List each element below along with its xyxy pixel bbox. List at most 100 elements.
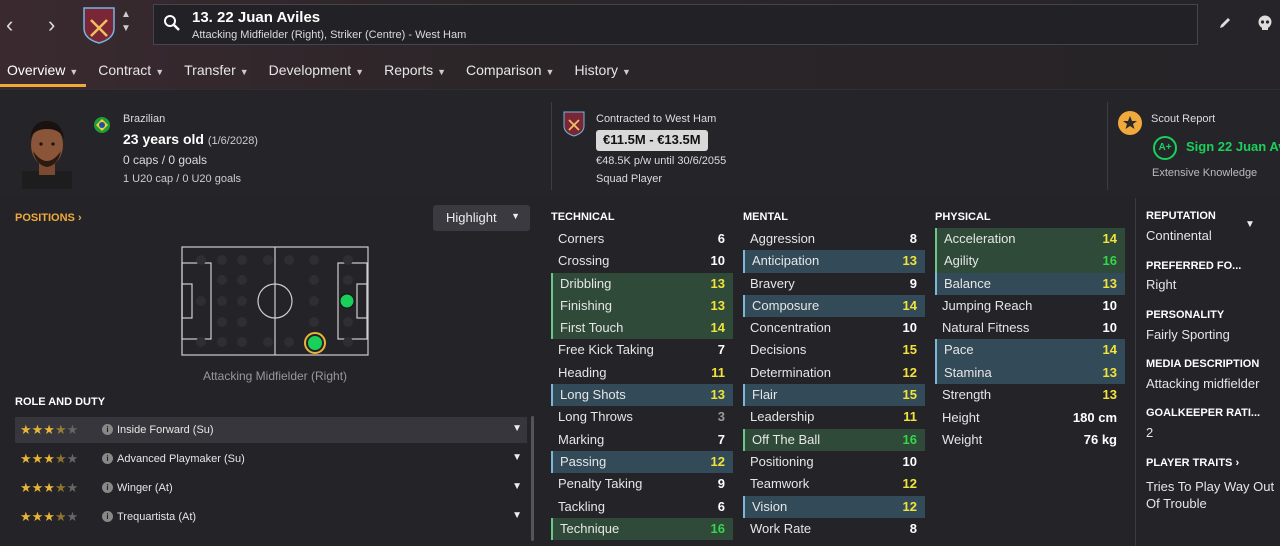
attribute-row[interactable]: Free Kick Taking 7 — [551, 339, 733, 361]
attribute-row[interactable]: Crossing 10 — [551, 250, 733, 272]
attribute-row[interactable]: Jumping Reach 10 — [935, 295, 1125, 317]
attribute-row[interactable]: Leadership 11 — [743, 406, 925, 428]
technical-heading: TECHNICAL — [551, 211, 615, 223]
tab-development[interactable]: Development ▼ — [262, 55, 372, 87]
player-traits-heading[interactable]: PLAYER TRAITS › — [1146, 457, 1239, 469]
tab-contract[interactable]: Contract ▼ — [91, 55, 172, 87]
tab-transfer[interactable]: Transfer ▼ — [177, 55, 257, 87]
attribute-value: 10 — [902, 453, 917, 469]
attribute-row[interactable]: Vision 12 — [743, 495, 925, 518]
roles-scrollbar[interactable] — [531, 416, 534, 541]
attribute-row[interactable]: Marking 7 — [551, 429, 733, 451]
tab-label: History — [574, 62, 618, 78]
tab-reports[interactable]: Reports ▼ — [377, 55, 454, 87]
attribute-row[interactable]: Heading 11 — [551, 362, 733, 384]
role-row[interactable]: ★★★★★ i Inside Forward (Su) ▼ — [15, 417, 527, 443]
attribute-name: Jumping Reach — [942, 297, 1033, 313]
physical-attributes: PHYSICAL Acceleration 14 Agility 16 Balanc… — [935, 208, 1125, 406]
transfer-value-badge[interactable]: €11.5M - €13.5M — [596, 130, 708, 151]
info-icon[interactable]: i — [102, 482, 113, 493]
role-row[interactable]: ★★★★★ i Trequartista (At) ▼ — [15, 504, 527, 530]
attribute-row[interactable]: Balance 13 — [935, 272, 1125, 295]
attribute-value: 13 — [1102, 275, 1117, 291]
chevron-down-icon: ▼ — [239, 67, 249, 77]
attribute-name: Strength — [942, 387, 992, 403]
attribute-row[interactable]: Strength 13 — [935, 384, 1125, 406]
attribute-row[interactable]: Dribbling 13 — [551, 272, 733, 295]
position-caption: Attacking Midfielder (Right) — [202, 369, 348, 383]
tab-comparison[interactable]: Comparison ▼ — [459, 55, 562, 87]
attribute-row[interactable]: Composure 14 — [743, 294, 925, 318]
attribute-row[interactable]: Tackling 6 — [551, 496, 733, 518]
skull-icon[interactable] — [1256, 14, 1274, 32]
attribute-row[interactable]: Work Rate 8 — [743, 518, 925, 540]
player-switch-arrows-icon[interactable]: ▲ ▼ — [121, 8, 131, 36]
role-row[interactable]: ★★★★★ i Advanced Playmaker (Su) ▼ — [15, 446, 527, 472]
attribute-row[interactable]: Acceleration 14 — [935, 228, 1125, 251]
attribute-name: Corners — [558, 231, 605, 246]
attribute-value: 16 — [902, 431, 917, 447]
attribute-value: 9 — [717, 476, 725, 492]
attribute-name: Balance — [944, 275, 991, 291]
chevron-down-icon[interactable]: ▼ — [512, 452, 522, 463]
attribute-name: Bravery — [750, 275, 795, 291]
attribute-row[interactable]: Teamwork 12 — [743, 473, 925, 495]
attribute-name: Stamina — [944, 364, 992, 380]
attribute-row[interactable]: Aggression 8 — [743, 228, 925, 250]
attribute-name: Off The Ball — [752, 431, 821, 447]
attribute-row[interactable]: Bravery 9 — [743, 273, 925, 295]
height-value: 180 cm — [1072, 410, 1117, 425]
attribute-row[interactable]: Flair 15 — [743, 384, 925, 407]
highlight-dropdown[interactable]: Highlight ▼ — [433, 205, 530, 231]
attribute-row[interactable]: Anticipation 13 — [743, 250, 925, 273]
attribute-row[interactable]: Pace 14 — [935, 339, 1125, 362]
attribute-row[interactable]: Long Shots 13 — [551, 384, 733, 407]
attribute-row[interactable]: Technique 16 — [551, 517, 733, 541]
attribute-value: 12 — [902, 364, 917, 380]
attribute-row[interactable]: Concentration 10 — [743, 317, 925, 339]
attribute-row[interactable]: Natural Fitness 10 — [935, 317, 1125, 339]
goalkeeper-rating-label: GOALKEEPER RATI... — [1146, 407, 1261, 419]
chevron-down-icon[interactable]: ▼ — [512, 423, 522, 434]
info-icon[interactable]: i — [102, 511, 113, 522]
star-rating-icon: ★★★★★ — [20, 480, 79, 495]
club-crest-icon[interactable] — [82, 6, 116, 44]
attribute-row[interactable]: Passing 12 — [551, 450, 733, 474]
attribute-value: 12 — [902, 498, 917, 514]
chevron-down-icon[interactable]: ▼ — [512, 510, 522, 521]
info-icon[interactable]: i — [102, 453, 113, 464]
edit-pencil-icon[interactable] — [1218, 16, 1232, 30]
scout-report-title[interactable]: Scout Report — [1151, 113, 1215, 125]
attribute-value: 14 — [1102, 342, 1117, 358]
tab-history[interactable]: History ▼ — [567, 55, 638, 87]
tab-overview[interactable]: Overview ▼ — [0, 55, 87, 87]
player-traits-label: PLAYER TRAITS — [1146, 457, 1233, 469]
attribute-name: Crossing — [558, 253, 610, 269]
chevron-down-icon[interactable]: ▼ — [1245, 219, 1255, 230]
positions-heading-text: POSITIONS — [15, 212, 75, 224]
role-row[interactable]: ★★★★★ i Winger (At) ▼ — [15, 475, 527, 501]
attribute-row[interactable]: Agility 16 — [935, 250, 1125, 273]
attribute-row[interactable]: First Touch 14 — [551, 317, 733, 340]
attribute-row[interactable]: Finishing 13 — [551, 294, 733, 318]
chevron-down-icon[interactable]: ▼ — [512, 481, 522, 492]
attribute-row[interactable]: Long Throws 3 — [551, 406, 733, 428]
positions-heading[interactable]: POSITIONS › — [15, 212, 82, 224]
attribute-value: 11 — [903, 409, 917, 425]
attribute-row[interactable]: Penalty Taking 9 — [551, 473, 733, 495]
player-title-box[interactable]: 13. 22 Juan Aviles Attacking Midfielder … — [153, 4, 1198, 45]
role-label: Winger (At) — [117, 482, 173, 494]
chevron-right-icon: › — [1235, 457, 1240, 469]
attribute-row[interactable]: Decisions 15 — [743, 339, 925, 361]
attribute-row[interactable]: Positioning 10 — [743, 451, 925, 473]
attribute-row[interactable]: Determination 12 — [743, 362, 925, 384]
chevron-down-icon: ▼ — [622, 67, 631, 77]
attribute-row[interactable]: Corners 6 — [551, 228, 733, 250]
attribute-value: 7 — [717, 342, 725, 358]
attribute-row[interactable]: Stamina 13 — [935, 361, 1125, 385]
search-icon[interactable] — [163, 14, 181, 32]
attribute-row[interactable]: Off The Ball 16 — [743, 428, 925, 451]
forward-arrow-icon[interactable]: › — [48, 12, 55, 38]
back-arrow-icon[interactable]: ‹ — [6, 12, 13, 38]
info-icon[interactable]: i — [102, 424, 113, 435]
